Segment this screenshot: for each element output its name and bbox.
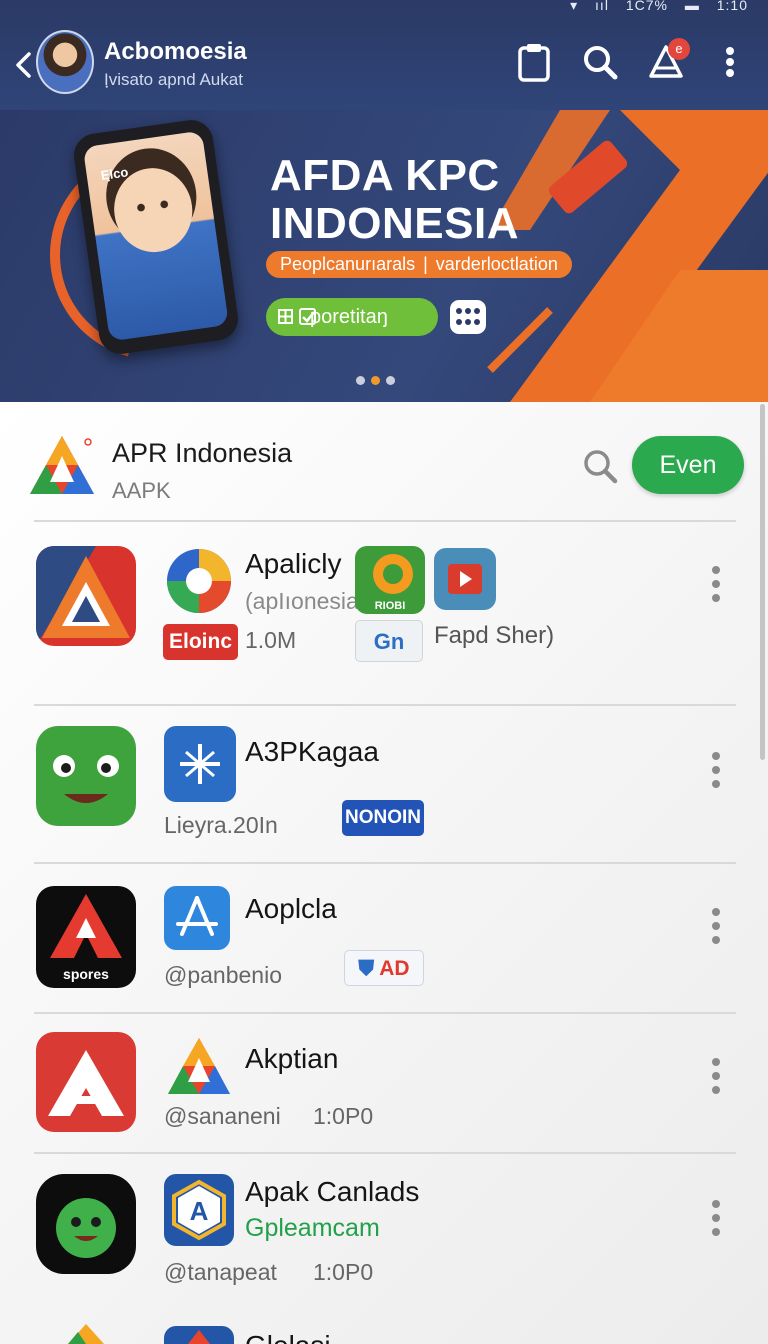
top-app-bar: ▾ ııl 1C7% ▬ 1:10 Acbomoesia Iฺvisato ap… (0, 0, 768, 110)
banner-tagline: Peoplcanurıarals | varderloctlation (266, 251, 572, 278)
promo-banner[interactable]: Eฺlco AFDA KPC INDONESIA Peoplcanurıaral… (0, 110, 768, 402)
pager-dot[interactable] (356, 376, 365, 385)
more-options-icon[interactable] (706, 1056, 726, 1096)
app-icon-green-face[interactable] (36, 726, 136, 826)
more-vert-icon[interactable] (710, 42, 750, 82)
even-button[interactable]: Even (632, 436, 744, 494)
ad-badge-text: AD (379, 957, 410, 980)
triangle-logo-icon[interactable] (58, 1324, 114, 1344)
banner-title: AFDA KPC INDONESIA (270, 152, 600, 248)
red-a-logo-icon (50, 894, 122, 958)
app-store-a-icon (176, 896, 218, 936)
phone-illustration: Eฺlco (71, 117, 241, 357)
clipboard-icon[interactable] (514, 42, 554, 82)
store-app-icon[interactable] (164, 886, 230, 950)
clock: 1:10 (716, 0, 748, 13)
gn-badge: Gn (355, 620, 423, 662)
a-badge-app-icon[interactable]: A (164, 1174, 234, 1246)
app-meta: @sananeni (164, 1103, 281, 1129)
app-title: Acbomoesia (104, 38, 247, 65)
divider (34, 1152, 736, 1154)
triangle-logo-icon[interactable] (164, 1032, 234, 1102)
divider (34, 520, 736, 522)
wifi-icon: ▾ (570, 0, 579, 13)
app-subtitle-text: (apIıonesia (245, 588, 359, 614)
app-icon-akptian[interactable] (36, 1032, 136, 1132)
green-monster-icon (56, 1198, 116, 1258)
smiley-face-icon (53, 755, 119, 803)
app-title[interactable]: Aoplcla (245, 893, 337, 925)
section-subtitle: AAPK (112, 478, 171, 503)
hex-a-icon: A (172, 1179, 226, 1241)
app-size: 1.0M (245, 627, 297, 653)
divider (34, 1012, 736, 1014)
play-icon (448, 564, 482, 594)
app-meta: @panbenio (164, 962, 282, 988)
back-arrow-icon[interactable] (12, 50, 36, 80)
app-developer: Gpleamcam (245, 1214, 380, 1242)
apr-logo-icon (30, 436, 94, 494)
carousel-indicator[interactable] (356, 372, 401, 385)
app-meta: @tanapeat (164, 1259, 277, 1285)
asterisk-icon (180, 744, 220, 784)
banner-title-line1: AFDA KPC (270, 151, 500, 200)
more-options-icon[interactable] (706, 564, 726, 604)
white-a-logo-icon (48, 1050, 124, 1116)
app-icon-apak-canlads[interactable] (36, 1174, 136, 1274)
cta-label: poretitaŋ (310, 306, 388, 328)
brand-badge: Eloinc (163, 624, 238, 660)
section-title: APR Indonesia (112, 438, 293, 468)
divider (34, 704, 736, 706)
banner-title-line2: INDONESIA (270, 199, 519, 248)
ad-badge: ⛊ AD (344, 950, 424, 986)
app-title[interactable]: Akptian (245, 1043, 338, 1075)
more-options-icon[interactable] (706, 750, 726, 790)
app-title[interactable]: Glelasi (245, 1330, 331, 1344)
tagline-left: Peoplcanurıarals (280, 254, 416, 274)
more-options-icon[interactable] (706, 906, 726, 946)
app-meta: Lieyra.20In (164, 812, 278, 838)
notification-badge: e (668, 38, 690, 60)
tagline-separator: | (423, 254, 428, 274)
signal-icon: ııl (595, 0, 609, 13)
app-title[interactable]: Apak Canlads (245, 1176, 419, 1208)
app-title[interactable]: Apalicly (245, 548, 341, 580)
app-subtitle: Iฺvisato apnd Aukat (104, 70, 243, 89)
icon-caption: spores (63, 966, 109, 982)
list-search-icon[interactable] (580, 446, 620, 486)
riobi-label: RIOBI (374, 600, 406, 612)
search-icon[interactable] (580, 42, 620, 82)
tagline-right: varderloctlation (435, 254, 558, 274)
app-icon-a3pkagaa[interactable] (164, 726, 236, 802)
status-bar: ▾ ııl 1C7% ▬ 1:10 (558, 0, 748, 14)
partial-a-icon (188, 1330, 210, 1344)
phone-label: Eฺlco (99, 164, 130, 183)
colorful-ring-icon[interactable] (164, 546, 234, 616)
shield-icon: ⛊ (358, 957, 375, 980)
partial-app-icon[interactable] (164, 1326, 234, 1344)
apps-grid-button[interactable] (450, 300, 486, 334)
app-count: 1:0P0 (313, 1259, 374, 1285)
promo-badge: NONOIN (342, 800, 424, 836)
app-icon-aoplcla[interactable]: spores (36, 886, 136, 988)
app-count: 1:0P0 (313, 1103, 374, 1129)
avatar[interactable] (36, 30, 94, 94)
battery-text: 1C7% (625, 0, 668, 13)
riobi-app-icon[interactable]: RIOBI (355, 546, 425, 614)
app-subtitle: (apIıonesia (245, 588, 359, 615)
app-title[interactable]: A3PKagaa (245, 736, 379, 768)
pager-dot-active[interactable] (371, 376, 380, 385)
battery-icon: ▬ (684, 0, 700, 13)
divider (34, 862, 736, 864)
grid-check-icon (278, 308, 316, 325)
pager-dot[interactable] (386, 376, 395, 385)
app-extra-text: Fapd Sher) (434, 622, 555, 649)
svg-text:A: A (190, 1196, 209, 1226)
video-app-icon[interactable] (434, 548, 496, 610)
scrollbar[interactable] (760, 404, 765, 760)
app-icon-apalicly[interactable] (36, 546, 136, 646)
banner-cta-button[interactable]: poretitaŋ (266, 298, 438, 336)
more-options-icon[interactable] (706, 1198, 726, 1238)
app-a-logo-icon (36, 546, 130, 646)
